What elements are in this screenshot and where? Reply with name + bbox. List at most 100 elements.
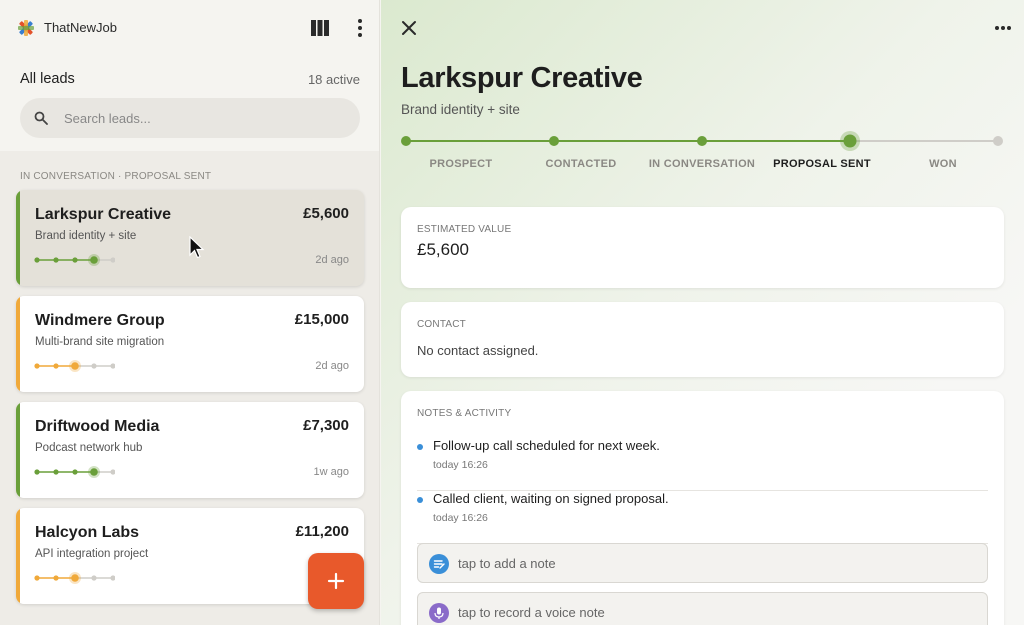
progress-dot xyxy=(71,362,79,370)
lead-name: Halcyon Labs xyxy=(35,524,140,541)
leads-header: All leads 18 active xyxy=(20,71,360,87)
voice-note-button[interactable]: tap to record a voice note xyxy=(417,592,988,625)
search-icon xyxy=(34,111,48,125)
progress-dot xyxy=(90,256,98,264)
sidebar-topbar: ThatNewJob xyxy=(0,0,379,56)
lead-last-activity: 1w ago xyxy=(313,466,349,478)
stage-dot[interactable] xyxy=(549,136,559,146)
group-label: IN CONVERSATION · PROPOSAL SENT xyxy=(20,171,212,182)
progress-dot xyxy=(110,257,115,263)
lead-value: £11,200 xyxy=(295,523,349,540)
status-bar xyxy=(16,508,20,604)
progress-dot xyxy=(53,363,59,369)
notes-label: NOTES & ACTIVITY xyxy=(417,408,512,419)
app-title: ThatNewJob xyxy=(44,20,117,35)
note-icon xyxy=(429,554,449,574)
close-icon[interactable] xyxy=(401,20,417,36)
stage-progress xyxy=(34,254,115,266)
lead-description: Podcast network hub xyxy=(35,442,143,454)
progress-dot xyxy=(110,575,115,581)
note-text: Follow-up call scheduled for next week. xyxy=(433,438,660,453)
stage-dot[interactable] xyxy=(843,134,857,148)
progress-dot xyxy=(91,363,97,369)
note-item[interactable]: Called client, waiting on signed proposa… xyxy=(417,491,988,544)
progress-dot xyxy=(34,363,40,369)
leads-title: All leads xyxy=(20,71,75,87)
kebab-icon[interactable] xyxy=(354,18,366,38)
add-note-button[interactable]: tap to add a note xyxy=(417,543,988,583)
stage-label[interactable]: PROSPECT xyxy=(391,158,531,170)
progress-dot xyxy=(110,363,115,369)
lead-last-activity: 2d ago xyxy=(315,254,349,266)
lead-description: Brand identity + site xyxy=(35,230,137,242)
progress-dot xyxy=(110,469,115,475)
notes-panel: NOTES & ACTIVITY Follow-up call schedule… xyxy=(401,391,1004,625)
more-icon[interactable] xyxy=(994,25,1012,31)
progress-dot xyxy=(53,575,59,581)
logo-icon xyxy=(18,20,34,36)
progress-dot xyxy=(34,257,40,263)
status-bar xyxy=(16,402,20,498)
contact-panel[interactable]: CONTACT No contact assigned. xyxy=(401,302,1004,377)
search-box[interactable] xyxy=(20,98,360,138)
note-text: Called client, waiting on signed proposa… xyxy=(433,491,669,506)
stage-label[interactable]: IN CONVERSATION xyxy=(632,158,772,170)
contact-label: CONTACT xyxy=(417,319,466,330)
lead-name: Larkspur Creative xyxy=(35,206,172,223)
note-dot xyxy=(417,444,423,450)
lead-last-activity: 2d ago xyxy=(315,360,349,372)
voice-note-label: tap to record a voice note xyxy=(458,605,605,620)
stage-tracker: PROSPECT CONTACTED IN CONVERSATION PROPOSAL… xyxy=(381,130,1024,180)
leads-sidebar: ThatNewJob All leads 18 active IN CONVER… xyxy=(0,0,380,625)
status-bar xyxy=(16,296,20,392)
lead-card[interactable]: Windmere Group £15,000 Multi-brand site mi… xyxy=(16,296,364,392)
note-time: today 16:26 xyxy=(433,512,488,524)
lead-value: £5,600 xyxy=(303,205,349,222)
note-dot xyxy=(417,497,423,503)
stage-label[interactable]: WON xyxy=(873,158,1013,170)
progress-dot xyxy=(34,575,40,581)
search-input[interactable] xyxy=(64,98,344,138)
estimated-value-panel[interactable]: ESTIMATED VALUE £5,600 xyxy=(401,207,1004,288)
stage-dot[interactable] xyxy=(401,136,411,146)
mic-icon xyxy=(429,603,449,623)
estimated-value-label: ESTIMATED VALUE xyxy=(417,224,512,235)
progress-dot xyxy=(53,257,59,263)
lead-subtitle: Brand identity + site xyxy=(401,102,520,117)
progress-dot xyxy=(72,469,78,475)
progress-dot xyxy=(71,574,79,582)
lead-card[interactable]: Driftwood Media £7,300 Podcast network hub… xyxy=(16,402,364,498)
note-time: today 16:26 xyxy=(433,459,488,471)
plus-icon xyxy=(327,572,345,590)
stage-label[interactable]: CONTACTED xyxy=(511,158,651,170)
progress-dot xyxy=(72,257,78,263)
contact-text: No contact assigned. xyxy=(417,343,539,358)
stage-progress xyxy=(34,466,115,478)
stage-dot[interactable] xyxy=(993,136,1003,146)
lead-name: Driftwood Media xyxy=(35,418,160,435)
progress-dot xyxy=(34,469,40,475)
lead-title: Larkspur Creative xyxy=(401,62,643,94)
columns-icon[interactable] xyxy=(311,20,329,36)
lead-detail: Larkspur Creative Brand identity + site … xyxy=(381,0,1024,625)
stage-dot[interactable] xyxy=(697,136,707,146)
cursor-icon xyxy=(189,236,205,259)
lead-name: Windmere Group xyxy=(35,312,165,329)
lead-value: £15,000 xyxy=(294,311,349,328)
lead-description: API integration project xyxy=(35,548,149,560)
stage-progress xyxy=(34,572,115,584)
add-lead-button[interactable] xyxy=(308,553,364,609)
progress-dot xyxy=(91,575,97,581)
progress-dot xyxy=(53,469,59,475)
active-count: 18 active xyxy=(307,72,360,87)
progress-dot xyxy=(90,468,98,476)
status-bar xyxy=(16,190,20,286)
estimated-value: £5,600 xyxy=(417,240,469,259)
stage-track xyxy=(401,131,1003,151)
note-item[interactable]: Follow-up call scheduled for next week. … xyxy=(417,438,988,491)
lead-description: Multi-brand site migration xyxy=(35,336,165,348)
lead-value: £7,300 xyxy=(303,417,349,434)
stage-progress xyxy=(34,360,115,372)
stage-label[interactable]: PROPOSAL SENT xyxy=(752,158,892,170)
add-note-label: tap to add a note xyxy=(458,556,556,571)
